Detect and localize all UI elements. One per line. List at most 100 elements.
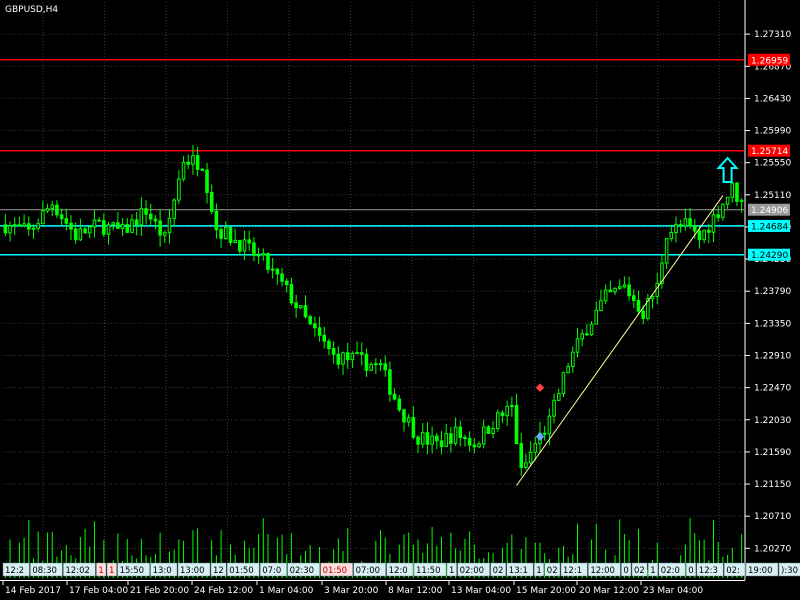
candle-body [31,227,36,230]
candle-body [495,412,500,430]
price-tick-label: 1.21150 [754,480,791,490]
candle-body [735,182,739,202]
svg-text:13:00: 13:00 [180,566,205,576]
candle-body [467,437,472,446]
session-label: 12:1 [560,562,588,577]
svg-text:02:00: 02:00 [460,566,485,576]
candle-body [580,333,584,340]
candle-body [519,443,524,468]
candle-body [294,302,298,309]
candle-body [200,168,205,171]
candle [308,314,312,326]
session-label: 19:00 [745,562,779,577]
candle-body [481,426,486,445]
time-tick-label: 1 Mar 04:00 [259,586,314,596]
candle-body [449,433,453,444]
session-label: 02:0 [658,562,686,577]
svg-text:0: 0 [688,566,693,576]
candle-body [374,363,378,366]
session-label: 1 [647,562,659,577]
session-label: 12:00 [588,562,621,577]
candle-body [524,462,528,468]
candle-body [603,289,608,302]
chart-area[interactable]: 1.273101.268701.264301.259901.255501.251… [0,0,800,600]
price-tick-label: 1.25550 [754,159,791,169]
svg-text:01:50: 01:50 [323,566,348,576]
candle-body [641,310,645,319]
resistance-high-label: 1.26959 [748,53,790,66]
candle-body [341,352,345,365]
candle-body [472,444,477,448]
price-tick-label: 1.25990 [754,127,791,137]
candle [495,409,500,433]
svg-text:02: 02 [493,566,504,576]
session-label: 0 [685,562,697,577]
candle-body [64,218,69,224]
svg-text:1.24684: 1.24684 [751,222,788,232]
svg-text:02: 02 [634,566,645,576]
candle-body [172,199,176,219]
session-label: 1 [96,562,107,577]
candle-body [707,229,711,233]
svg-text:12:1: 12:1 [563,566,582,576]
svg-text:13:0: 13:0 [153,566,172,576]
svg-text:19:00: 19:00 [748,566,773,576]
candle-body [369,364,373,371]
candle-body [209,191,214,212]
candle-body [59,214,64,220]
candle-body [266,252,270,270]
candle-body [514,404,519,445]
candle-body [233,239,237,243]
candle-body [45,208,50,212]
svg-text:02: 02 [547,566,558,576]
candle-body [242,239,247,252]
candle-body [130,219,134,233]
candle-body [223,226,228,239]
candle-body [313,323,317,329]
chart-background [0,0,800,600]
candle-body [477,443,481,448]
candle-body [134,219,139,226]
svg-text:02:30: 02:30 [290,566,315,576]
candle-body [261,252,266,256]
price-tick-label: 1.23790 [754,287,791,297]
time-tick-label: 23 Mar 04:00 [643,586,703,596]
candle-body [270,268,275,271]
candle-body [402,409,406,423]
candle-body [186,161,191,165]
candle-body [613,287,617,293]
support-high-label: 1.24684 [748,219,790,232]
candle-body [303,305,308,318]
candle-body [617,286,622,289]
candle-body [102,220,106,235]
candle-body [148,213,153,220]
candle-body [458,426,463,439]
candle-body [411,417,416,438]
candle-body [697,230,702,241]
support-low-label: 1.24290 [748,248,790,261]
candle-body [69,222,73,230]
candle-body [435,435,439,442]
candle-body [116,222,120,229]
svg-text:1.24290: 1.24290 [751,251,788,261]
price-tick-label: 1.20270 [754,544,791,554]
svg-text:12:3: 12:3 [699,566,718,576]
candle-body [191,155,195,165]
candle-body [181,161,186,180]
candle-body [425,432,430,445]
candle-body [364,353,369,371]
session-label: 12 [210,562,227,577]
candle-body [97,219,101,222]
candle-body [92,219,97,228]
time-tick-label: 17 Feb 04:00 [69,586,128,596]
candle-body [383,363,388,371]
candle-body [463,437,467,440]
candle-body [41,210,45,225]
svg-text:08:30: 08:30 [32,566,57,576]
candle-body [27,223,31,230]
candle-body [214,210,219,231]
session-label: 08:30 [30,562,63,577]
candle-body [594,309,599,325]
candle-body [608,289,613,293]
candle-body [247,239,252,244]
